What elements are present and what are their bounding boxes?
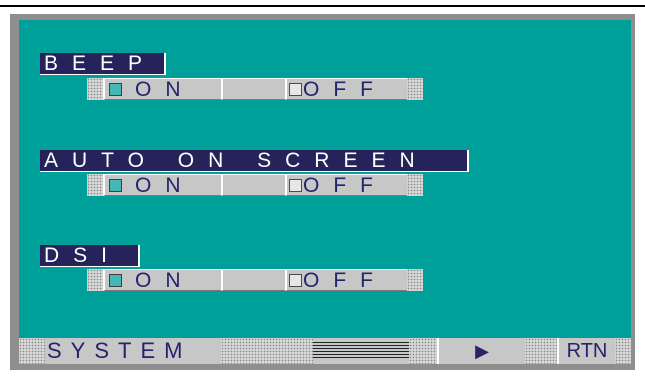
dsi-off-option[interactable]: OFF bbox=[285, 269, 407, 292]
option-separator bbox=[221, 78, 285, 100]
system-title: SYSTEM bbox=[47, 338, 192, 363]
beep-off-option[interactable]: OFF bbox=[285, 78, 407, 101]
settings-screen: BEEP ON OFF AUTO ON SCREEN ON OFF DSI ON… bbox=[19, 20, 631, 338]
on-option-label: ON bbox=[135, 78, 195, 101]
beep-on-option[interactable]: ON bbox=[103, 78, 221, 101]
off-option-label: OFF bbox=[303, 269, 387, 292]
off-option-label: OFF bbox=[303, 174, 387, 197]
checkbox-empty-icon bbox=[289, 274, 302, 287]
top-rule bbox=[0, 5, 645, 7]
dsi-on-option[interactable]: ON bbox=[103, 269, 221, 292]
scroll-indicator[interactable] bbox=[313, 342, 409, 360]
checkbox-checked-icon bbox=[109, 274, 122, 287]
dotted-edge bbox=[615, 338, 631, 364]
checkbox-checked-icon bbox=[109, 83, 122, 96]
checkbox-empty-icon bbox=[289, 179, 302, 192]
return-button[interactable]: RTN bbox=[557, 338, 615, 364]
auto-on-screen-off-option[interactable]: OFF bbox=[285, 174, 407, 197]
auto-on-screen-on-option[interactable]: ON bbox=[103, 174, 221, 197]
dotted-edge bbox=[407, 174, 423, 196]
checkbox-empty-icon bbox=[289, 83, 302, 96]
dotted-edge bbox=[409, 338, 437, 364]
beep-label: BEEP bbox=[40, 53, 166, 75]
option-separator bbox=[221, 174, 285, 196]
dotted-edge bbox=[87, 269, 103, 291]
dotted-edge bbox=[87, 78, 103, 100]
auto-on-screen-label: AUTO ON SCREEN bbox=[40, 150, 469, 172]
on-option-label: ON bbox=[135, 269, 195, 292]
on-option-label: ON bbox=[135, 174, 195, 197]
option-separator bbox=[221, 269, 285, 291]
auto-on-screen-option-row: ON OFF bbox=[87, 174, 423, 197]
beep-option-row: ON OFF bbox=[87, 78, 423, 101]
checkbox-checked-icon bbox=[109, 179, 122, 192]
dotted-edge bbox=[407, 269, 423, 291]
next-page-button[interactable]: ▶ bbox=[437, 338, 525, 364]
dotted-edge bbox=[87, 174, 103, 196]
dotted-edge bbox=[525, 338, 557, 364]
dotted-edge bbox=[407, 78, 423, 100]
dotted-edge bbox=[19, 338, 45, 364]
bottom-bar: SYSTEM ▶ RTN bbox=[19, 338, 631, 364]
dotted-edge bbox=[221, 338, 313, 364]
off-option-label: OFF bbox=[303, 78, 387, 101]
play-icon: ▶ bbox=[475, 341, 489, 361]
dsi-label: DSI bbox=[40, 245, 140, 267]
dsi-option-row: ON OFF bbox=[87, 269, 423, 292]
